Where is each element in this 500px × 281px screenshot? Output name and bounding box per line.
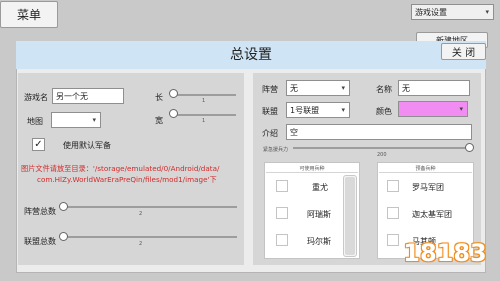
length-value: 1 [202, 98, 206, 104]
game-settings-value: 游戏设置 [415, 7, 447, 17]
default-army-checkbox[interactable]: ✓ [32, 138, 45, 151]
name-value: 无 [402, 83, 410, 93]
troop-power-slider-handle[interactable] [465, 143, 474, 152]
length-slider-track[interactable] [172, 94, 236, 96]
alliance-total-label: 联盟总数 [24, 237, 56, 246]
alliance-total-slider-track[interactable] [63, 236, 237, 238]
troop-power-label: 紧急援兵力 [263, 147, 289, 153]
map-label: 地图 [27, 117, 43, 126]
menu-button[interactable]: 菜单 [0, 1, 58, 28]
intro-value: 空 [290, 127, 298, 137]
chevron-down-icon: ▾ [459, 105, 463, 113]
width-slider-handle[interactable] [169, 109, 178, 118]
close-button[interactable]: 关 闭 [441, 43, 486, 60]
unit-item-2: 阿瑞斯 [307, 210, 331, 219]
alliance-total-value: 2 [139, 241, 143, 247]
watermark-logo: 18183 [403, 239, 487, 267]
unit-checkbox-3[interactable] [276, 234, 288, 246]
name-input[interactable]: 无 [398, 80, 470, 96]
default-army-label: 使用默认军备 [63, 141, 111, 150]
camp-select[interactable]: 无 ▾ [286, 80, 350, 96]
game-name-input[interactable]: 另一个无 [52, 88, 124, 104]
camp-total-slider-track[interactable] [63, 206, 237, 208]
chevron-down-icon: ▾ [485, 8, 489, 16]
alliance-total-slider-handle[interactable] [59, 232, 68, 241]
length-slider-handle[interactable] [169, 89, 178, 98]
dialog-title: 总设置 [230, 47, 272, 63]
reserve-list-title: 预备兵种 [415, 166, 436, 172]
image-note-line1: 图片文件请放至目录：'/storage/emulated/0/Android/d… [21, 164, 220, 173]
reserve-list-divider [379, 172, 472, 173]
intro-label: 介绍 [262, 129, 278, 138]
length-label: 长 [155, 93, 163, 102]
camp-label: 阵营 [262, 85, 278, 94]
width-label: 宽 [155, 116, 163, 125]
name-label: 名称 [376, 85, 392, 94]
alliance-label: 联盟 [262, 107, 278, 116]
reserve-checkbox-1[interactable] [387, 180, 399, 192]
camp-value: 无 [290, 83, 298, 93]
image-note-line2: com.HlZy.WorldWarEraPreQin/files/mod1/im… [37, 175, 217, 184]
camp-total-label: 阵营总数 [24, 207, 56, 216]
unit-item-1: 重尤 [312, 183, 328, 192]
width-slider-track[interactable] [172, 114, 236, 116]
unit-item-3: 玛尔斯 [307, 237, 331, 246]
intro-input[interactable]: 空 [286, 124, 472, 140]
camp-total-slider-handle[interactable] [59, 202, 68, 211]
reserve-item-1: 罗马军团 [412, 183, 444, 192]
game-name-value: 另一个无 [56, 91, 88, 101]
checkmark-icon: ✓ [34, 139, 43, 150]
game-settings-select[interactable]: 游戏设置 ▾ [411, 4, 494, 20]
unit-list-title: 可使用兵种 [299, 166, 325, 172]
reserve-checkbox-2[interactable] [387, 207, 399, 219]
chevron-down-icon: ▾ [341, 84, 345, 92]
troop-power-value: 200 [377, 152, 387, 158]
reserve-item-2: 迦太基军团 [412, 210, 452, 219]
width-value: 1 [202, 118, 206, 124]
unit-list-divider [266, 172, 358, 173]
chevron-down-icon: ▾ [92, 116, 96, 124]
color-select[interactable]: ▾ [398, 101, 468, 117]
chevron-down-icon: ▾ [341, 106, 345, 114]
camp-total-value: 2 [139, 211, 143, 217]
unit-checkbox-2[interactable] [276, 207, 288, 219]
map-select[interactable]: ▾ [51, 112, 101, 128]
alliance-value: 1号联盟 [290, 105, 320, 115]
unit-list-scroll-thumb[interactable] [345, 177, 355, 255]
unit-checkbox-1[interactable] [276, 180, 288, 192]
troop-power-slider-track[interactable] [293, 147, 471, 149]
color-label: 颜色 [376, 107, 392, 116]
game-name-label: 游戏名 [24, 93, 48, 102]
alliance-select[interactable]: 1号联盟 ▾ [286, 102, 350, 118]
